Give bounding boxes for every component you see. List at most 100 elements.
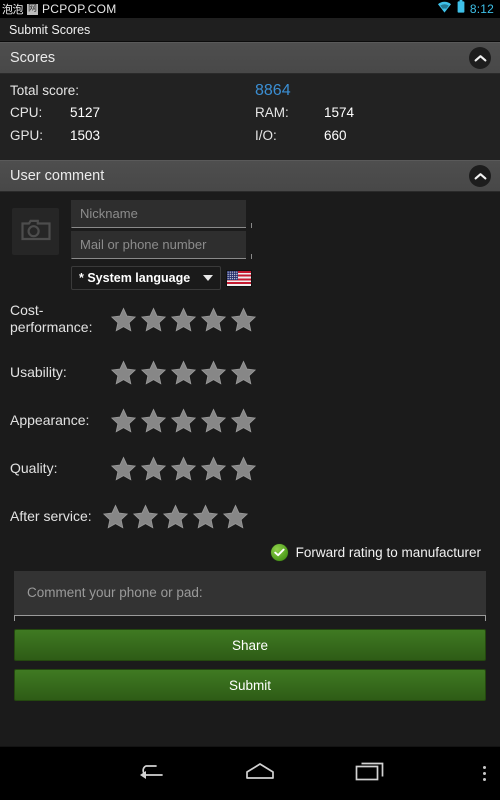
rating-label: Appearance: bbox=[10, 411, 90, 428]
star-icon[interactable] bbox=[102, 503, 129, 530]
star-icon[interactable] bbox=[132, 503, 159, 530]
star-icon[interactable] bbox=[162, 503, 189, 530]
star-icon[interactable] bbox=[170, 407, 197, 434]
star-rating-cost-performance[interactable] bbox=[110, 306, 257, 333]
star-icon[interactable] bbox=[170, 306, 197, 333]
forward-rating-label: Forward rating to manufacturer bbox=[295, 545, 481, 560]
language-row: * System language bbox=[71, 266, 252, 290]
recents-button[interactable] bbox=[315, 760, 425, 787]
io-value: 660 bbox=[324, 128, 347, 143]
rating-row-appearance: Appearance: bbox=[0, 396, 500, 444]
forward-rating-row[interactable]: Forward rating to manufacturer bbox=[0, 540, 500, 569]
share-button[interactable]: Share bbox=[14, 629, 486, 661]
profile-fields: * System language bbox=[71, 200, 252, 290]
recents-icon bbox=[355, 760, 385, 787]
rating-label: Quality: bbox=[10, 459, 58, 476]
cpu-label: CPU: bbox=[10, 105, 43, 120]
star-icon[interactable] bbox=[230, 455, 257, 482]
star-icon[interactable] bbox=[192, 503, 219, 530]
app-screen: 泡泡 网 PCPOP.COM 8:12 Submit Scores Scores… bbox=[0, 0, 500, 800]
star-icon[interactable] bbox=[140, 455, 167, 482]
score-row: GPU: 1503 I/O: 660 bbox=[0, 128, 500, 151]
back-button[interactable] bbox=[95, 761, 205, 786]
star-icon[interactable] bbox=[140, 359, 167, 386]
total-score-value: 8864 bbox=[255, 82, 291, 99]
battery-icon bbox=[457, 0, 465, 18]
star-rating-appearance[interactable] bbox=[110, 407, 257, 434]
rating-row-quality: Quality: bbox=[0, 444, 500, 492]
watermark-site-text: PCPOP.COM bbox=[42, 2, 117, 16]
scores-section-title: Scores bbox=[10, 50, 56, 66]
star-icon[interactable] bbox=[200, 407, 227, 434]
checkbox-checked-icon[interactable] bbox=[270, 544, 288, 561]
star-icon[interactable] bbox=[200, 306, 227, 333]
wifi-icon bbox=[437, 0, 452, 18]
total-score-row: Total score: 8864 bbox=[0, 82, 500, 105]
io-label: I/O: bbox=[255, 128, 277, 143]
us-flag-icon bbox=[226, 269, 252, 287]
back-arrow-icon bbox=[136, 761, 164, 786]
clock: 8:12 bbox=[469, 2, 494, 16]
rating-row-cost-performance: Cost-performance: bbox=[0, 290, 500, 348]
avatar[interactable] bbox=[12, 208, 59, 255]
android-navigation-bar bbox=[0, 746, 500, 800]
language-dropdown[interactable]: * System language bbox=[71, 266, 221, 290]
chevron-up-icon[interactable] bbox=[469, 47, 491, 69]
comment-textarea[interactable] bbox=[14, 571, 486, 616]
chevron-up-icon[interactable] bbox=[469, 165, 491, 187]
page-title: Submit Scores bbox=[9, 22, 91, 37]
star-icon[interactable] bbox=[200, 455, 227, 482]
action-bar: Submit Scores bbox=[0, 18, 500, 42]
overflow-menu-icon bbox=[483, 766, 486, 769]
language-selected-value: * System language bbox=[79, 271, 191, 285]
watermark-chinese-text: 泡泡 bbox=[2, 2, 24, 16]
star-rating-after-service[interactable] bbox=[102, 503, 249, 530]
nickname-field-wrap bbox=[71, 200, 252, 228]
star-icon[interactable] bbox=[170, 455, 197, 482]
star-icon[interactable] bbox=[140, 306, 167, 333]
star-icon[interactable] bbox=[110, 455, 137, 482]
scores-body: Total score: 8864 CPU: 5127 RAM: 1574 GP… bbox=[0, 74, 500, 160]
home-button[interactable] bbox=[205, 761, 315, 786]
scores-section-header[interactable]: Scores bbox=[0, 42, 500, 74]
star-icon[interactable] bbox=[200, 359, 227, 386]
chevron-down-icon bbox=[203, 275, 213, 281]
watermark: 泡泡 网 PCPOP.COM bbox=[2, 3, 117, 15]
status-bar-indicators: 8:12 bbox=[437, 0, 494, 18]
gpu-value: 1503 bbox=[70, 128, 101, 143]
rating-row-after-service: After service: bbox=[0, 492, 500, 540]
star-rating-quality[interactable] bbox=[110, 455, 257, 482]
contact-field-wrap bbox=[71, 231, 252, 259]
total-score-label: Total score: bbox=[10, 83, 80, 98]
cpu-value: 5127 bbox=[70, 105, 101, 120]
star-icon[interactable] bbox=[110, 407, 137, 434]
star-icon[interactable] bbox=[110, 306, 137, 333]
user-comment-body: * System language Cost-performance: bbox=[0, 192, 500, 705]
ram-value: 1574 bbox=[324, 105, 355, 120]
rating-label: After service: bbox=[10, 507, 92, 524]
star-icon[interactable] bbox=[222, 503, 249, 530]
score-row: CPU: 5127 RAM: 1574 bbox=[0, 105, 500, 128]
rating-label: Usability: bbox=[10, 363, 67, 380]
user-comment-section-title: User comment bbox=[10, 168, 105, 184]
star-icon[interactable] bbox=[170, 359, 197, 386]
star-icon[interactable] bbox=[140, 407, 167, 434]
star-rating-usability[interactable] bbox=[110, 359, 257, 386]
rating-label: Cost-performance: bbox=[10, 302, 93, 335]
submit-button[interactable]: Submit bbox=[14, 669, 486, 701]
mail-or-phone-input[interactable] bbox=[71, 231, 246, 259]
gpu-label: GPU: bbox=[10, 128, 44, 143]
star-icon[interactable] bbox=[230, 306, 257, 333]
ram-label: RAM: bbox=[255, 105, 289, 120]
camera-icon bbox=[20, 218, 51, 246]
comment-textarea-wrap bbox=[14, 571, 486, 621]
status-bar: 泡泡 网 PCPOP.COM 8:12 bbox=[0, 0, 500, 18]
rating-row-usability: Usability: bbox=[0, 348, 500, 396]
overflow-menu-button[interactable] bbox=[483, 766, 486, 781]
star-icon[interactable] bbox=[110, 359, 137, 386]
user-comment-section-header[interactable]: User comment bbox=[0, 160, 500, 192]
star-icon[interactable] bbox=[230, 359, 257, 386]
profile-row: * System language bbox=[0, 192, 500, 290]
nickname-input[interactable] bbox=[71, 200, 246, 228]
star-icon[interactable] bbox=[230, 407, 257, 434]
